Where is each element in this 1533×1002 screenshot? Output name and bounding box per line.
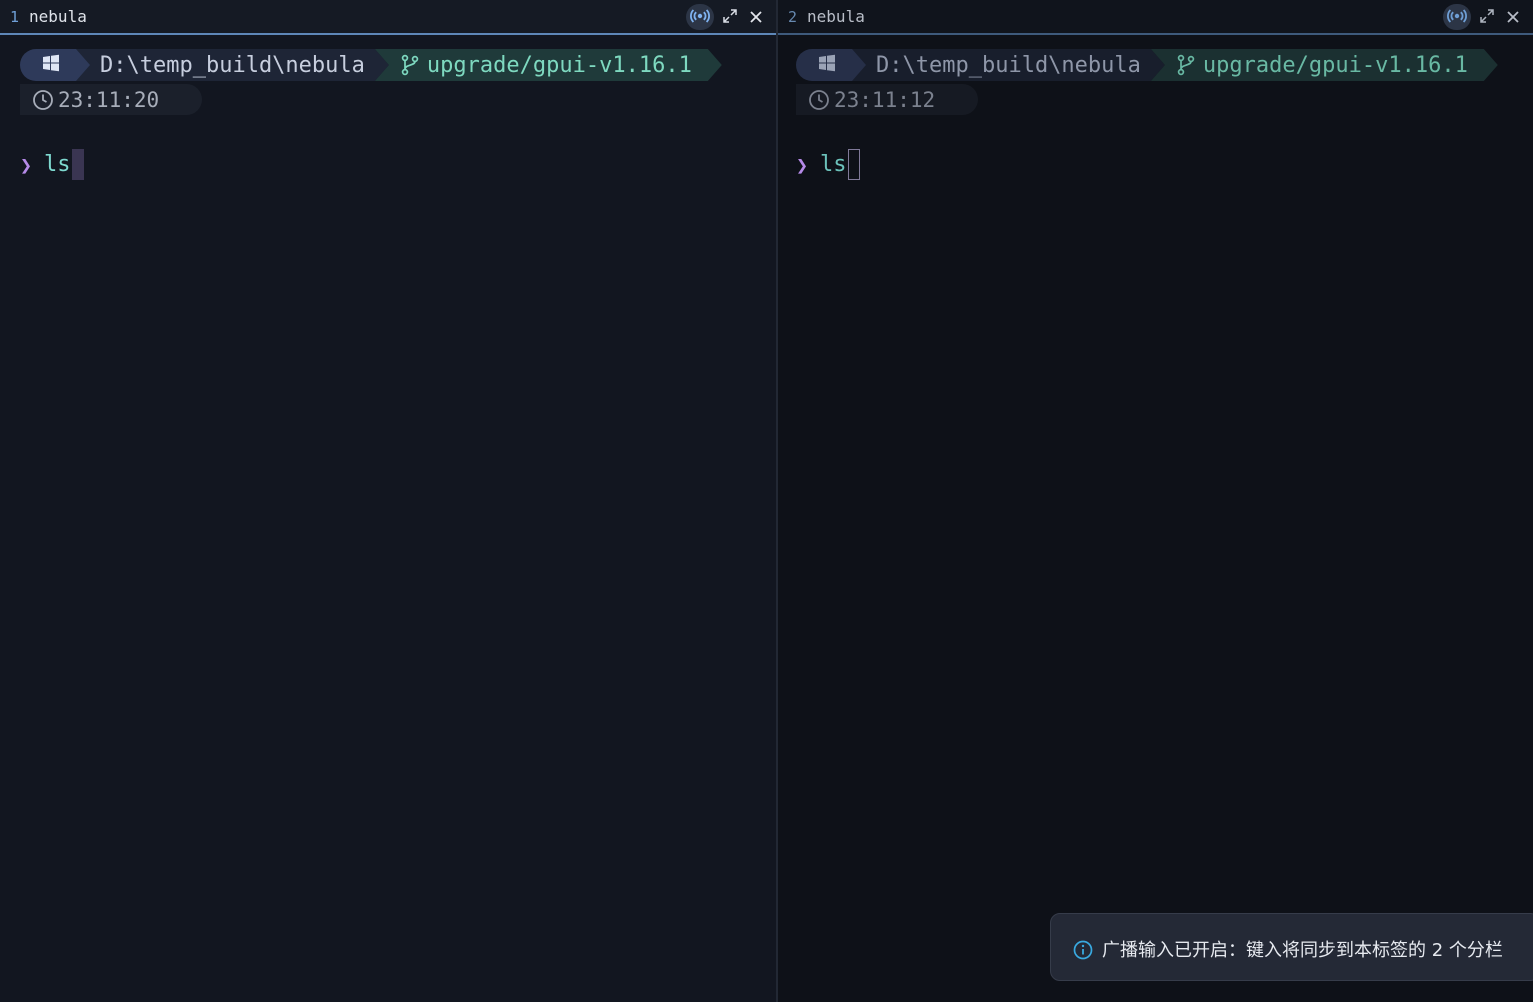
broadcast-icon [690,8,710,27]
close-button[interactable] [1503,6,1523,28]
git-branch-icon [1177,54,1195,76]
os-segment [796,49,866,81]
pane-actions [686,4,766,30]
git-segment: upgrade/gpui-v1.16.1 [1151,49,1498,81]
maximize-button[interactable] [1477,6,1497,28]
terminal-window: 1 nebula D:\temp_build\nebula upgrade/gp… [0,0,1533,1002]
prompt-segments: D:\temp_build\nebula upgrade/gpui-v1.16.… [796,49,1498,81]
pane-title: nebula [29,7,87,26]
close-button[interactable] [746,6,766,28]
path-segment: D:\temp_build\nebula [76,49,389,81]
terminal-pane-2[interactable]: 2 nebula D:\temp_build\nebula upgrade/gp… [778,0,1533,1002]
expand-icon [1480,8,1494,27]
git-branch-icon [401,54,419,76]
text-cursor [71,149,84,180]
git-branch-name: upgrade/gpui-v1.16.1 [1202,52,1468,78]
pane-index: 2 [788,7,798,26]
git-segment: upgrade/gpui-v1.16.1 [375,49,722,81]
pane-title: nebula [807,7,865,26]
pane-titlebar[interactable]: 2 nebula [778,0,1533,35]
pane-titlebar[interactable]: 1 nebula [0,0,776,35]
toast-message: 广播输入已开启：键入将同步到本标签的 2 个分栏 [1102,939,1503,961]
prompt-char: ❯ [20,152,33,177]
text-cursor [847,149,860,180]
close-icon [750,8,762,27]
time-value: 23:11:20 [58,87,160,112]
prompt-segments: D:\temp_build\nebula upgrade/gpui-v1.16.… [20,49,722,81]
maximize-button[interactable] [720,6,740,28]
close-icon [1507,8,1519,27]
broadcast-toast: 广播输入已开启：键入将同步到本标签的 2 个分栏 [1050,913,1533,981]
expand-icon [723,8,737,27]
command-line[interactable]: ❯ ls [20,148,84,181]
windows-icon [42,54,60,76]
git-branch-name: upgrade/gpui-v1.16.1 [426,52,692,78]
path-segment: D:\temp_build\nebula [852,49,1165,81]
os-segment [20,49,90,81]
command-text: ls [44,152,71,177]
time-value: 23:11:12 [834,87,936,112]
time-segment: 23:11:12 [796,84,978,115]
broadcast-button[interactable] [686,4,714,30]
windows-icon [818,54,836,76]
pane-actions [1443,4,1523,30]
pane-index: 1 [10,7,20,26]
clock-icon [32,89,54,111]
terminal-pane-1[interactable]: 1 nebula D:\temp_build\nebula upgrade/gp… [0,0,778,1002]
time-segment: 23:11:20 [20,84,202,115]
broadcast-icon [1447,8,1467,27]
prompt-char: ❯ [796,152,809,177]
clock-icon [808,89,830,111]
broadcast-button[interactable] [1443,4,1471,30]
info-icon [1073,940,1093,960]
command-line[interactable]: ❯ ls [796,148,860,181]
command-text: ls [820,152,847,177]
